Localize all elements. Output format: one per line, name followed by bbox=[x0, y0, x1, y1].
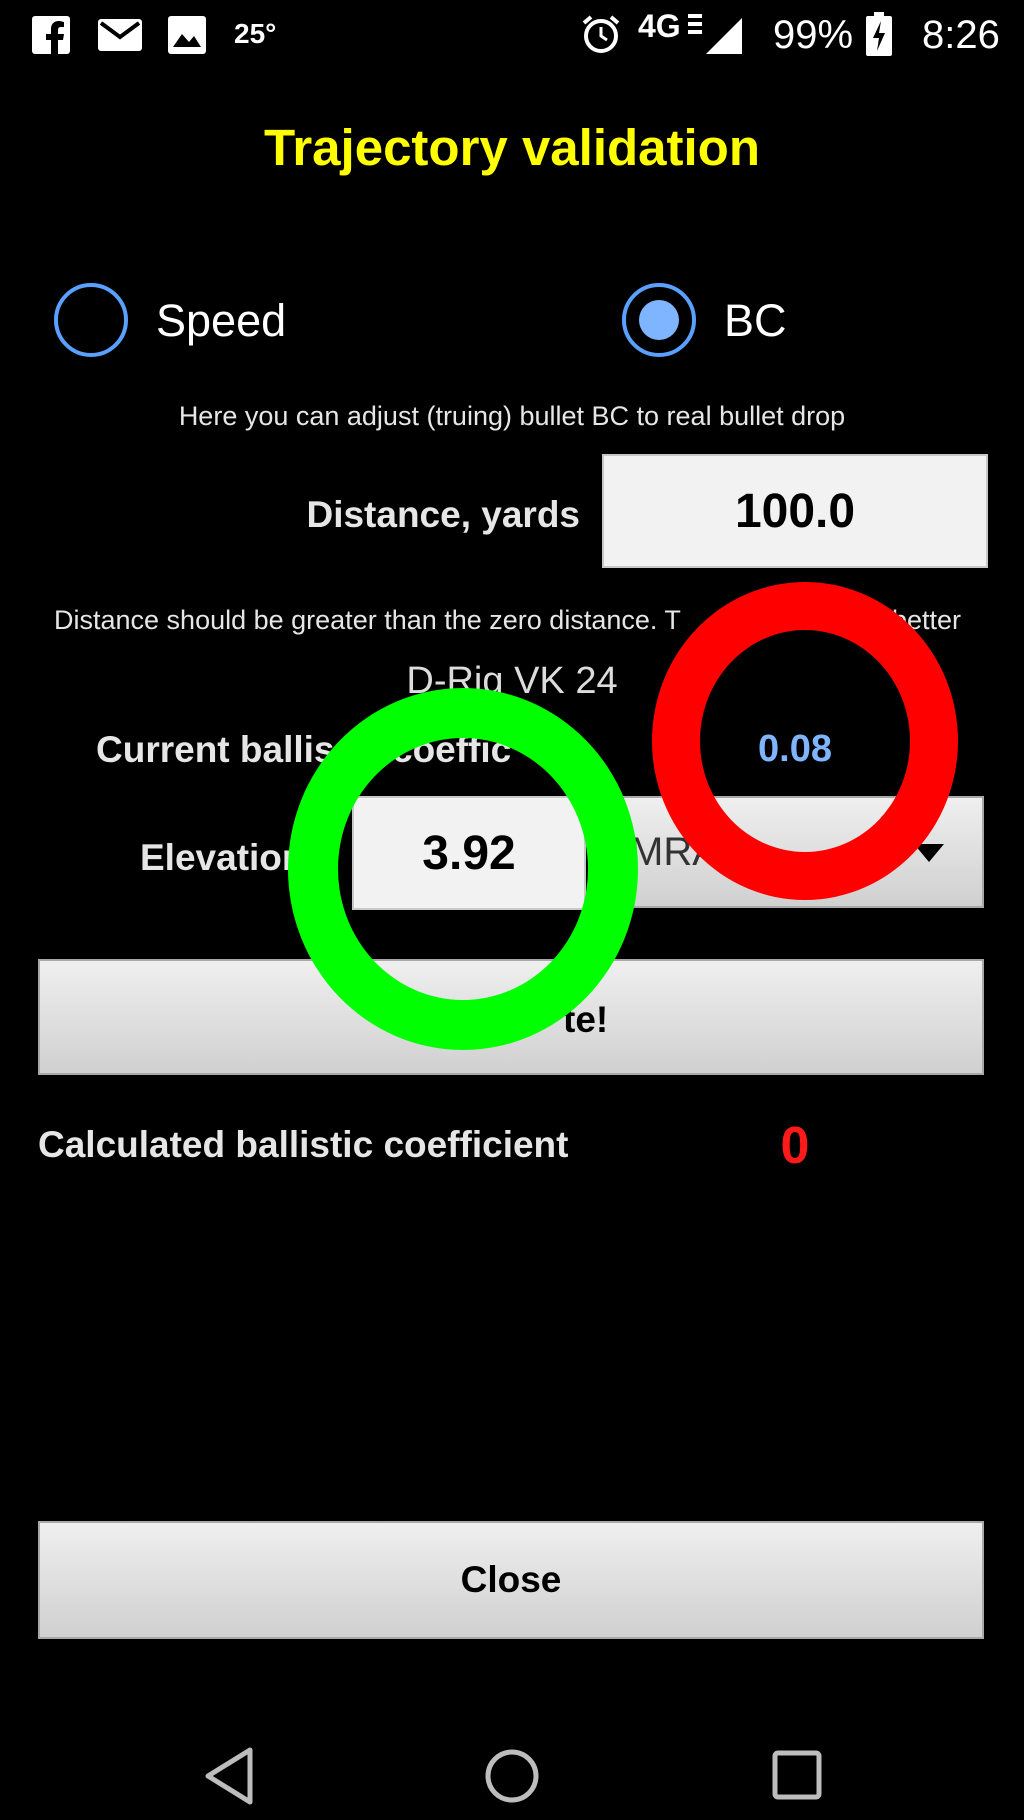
calculated-bc-label: Calculated ballistic coefficient bbox=[38, 1124, 569, 1165]
calculated-bc-value: 0 bbox=[780, 1117, 810, 1175]
back-icon[interactable] bbox=[202, 1746, 258, 1806]
close-button[interactable]: Close bbox=[38, 1521, 984, 1639]
facebook-icon bbox=[32, 16, 70, 54]
status-bar: 25° 4G 99% 8:26 bbox=[0, 0, 1024, 70]
bc-hint-text: Here you can adjust (truing) bullet BC t… bbox=[178, 401, 846, 431]
lte-icon bbox=[688, 12, 702, 38]
network-type: 4G bbox=[638, 8, 681, 44]
green-highlight-circle bbox=[288, 688, 638, 1050]
alarm-icon bbox=[580, 13, 622, 55]
home-icon[interactable] bbox=[484, 1748, 540, 1804]
distance-label: Distance, yards bbox=[306, 494, 580, 535]
bc-radio-option[interactable]: BC bbox=[622, 283, 922, 357]
bc-radio-button[interactable] bbox=[622, 283, 696, 357]
battery-charging-icon bbox=[866, 12, 892, 56]
recents-icon[interactable] bbox=[772, 1750, 822, 1800]
distance-input[interactable]: 100.0 bbox=[602, 454, 988, 568]
signal-icon bbox=[706, 18, 742, 54]
navigation-bar bbox=[0, 1710, 1024, 1820]
clock: 8:26 bbox=[922, 13, 1000, 57]
speed-radio-option[interactable]: Speed bbox=[54, 283, 354, 357]
page-title: Trajectory validation bbox=[263, 119, 760, 176]
temperature: 25° bbox=[234, 18, 277, 49]
red-highlight-circle bbox=[652, 582, 958, 900]
mail-icon bbox=[98, 19, 142, 51]
radio-selected-dot bbox=[639, 300, 679, 340]
speed-radio-label: Speed bbox=[156, 295, 287, 346]
image-icon bbox=[168, 16, 206, 54]
distance-hint-text: Distance should be greater than the zero… bbox=[54, 605, 681, 635]
elevation-label: Elevation bbox=[140, 837, 305, 878]
current-bc-label: Current ballis bbox=[96, 729, 335, 770]
speed-radio-button[interactable] bbox=[54, 283, 128, 357]
battery-percentage: 99% bbox=[773, 13, 854, 57]
bc-radio-label: BC bbox=[724, 295, 787, 346]
